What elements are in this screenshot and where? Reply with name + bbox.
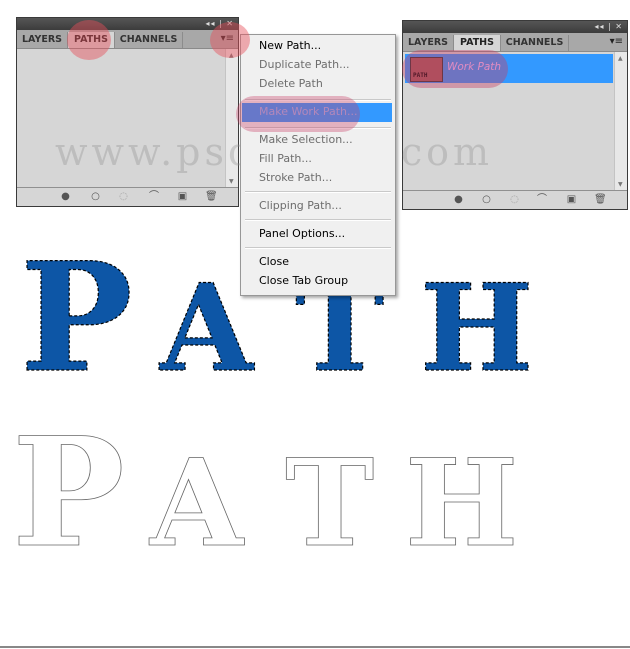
panel-tabs: LAYERS PATHS CHANNELS ▾≡ — [403, 33, 627, 52]
tab-paths[interactable]: PATHS — [68, 32, 115, 48]
make-work-path-icon[interactable]: ⌒ — [533, 194, 551, 205]
delete-path-icon[interactable]: 🗑 — [594, 194, 607, 205]
menu-item-make-selection[interactable]: Make Selection... — [259, 133, 353, 146]
menu-item-close[interactable]: Close — [259, 255, 289, 268]
scrollbar[interactable]: ▲ ▼ — [614, 52, 627, 191]
menu-item-new-path[interactable]: New Path... — [259, 39, 321, 52]
stroke-path-icon[interactable]: ○ — [481, 194, 492, 205]
fill-path-icon[interactable]: ● — [60, 191, 71, 202]
paths-panel-left: ◂◂ | ✕ LAYERS PATHS CHANNELS ▾≡ ▲ ▼ ● ○ … — [16, 17, 239, 207]
load-selection-icon[interactable]: ◌ — [118, 191, 129, 202]
menu-item-fill-path[interactable]: Fill Path... — [259, 152, 312, 165]
scroll-up-icon[interactable]: ▲ — [618, 55, 623, 62]
panel-titlebar[interactable]: ◂◂ | ✕ — [17, 18, 238, 30]
panel-tabs: LAYERS PATHS CHANNELS ▾≡ — [17, 30, 238, 49]
scroll-down-icon[interactable]: ▼ — [229, 178, 234, 185]
selection-letter: H — [420, 258, 533, 399]
panel-footer: ● ○ ◌ ⌒ ▣ 🗑 — [403, 190, 627, 209]
tab-channels[interactable]: CHANNELS — [115, 32, 183, 48]
tab-paths[interactable]: PATHS — [454, 35, 501, 51]
tab-layers[interactable]: LAYERS — [17, 32, 68, 48]
paths-panel-menu: New Path... Duplicate Path... Delete Path M… — [240, 34, 396, 296]
panel-menu-icon[interactable]: ▾≡ — [610, 36, 623, 47]
paths-list: ▲ ▼ — [17, 49, 238, 188]
stroke-path-icon[interactable]: ○ — [90, 191, 101, 202]
menu-item-clipping-path[interactable]: Clipping Path... — [259, 199, 342, 212]
outline-letter: T — [285, 433, 374, 570]
bottom-border — [0, 646, 630, 648]
menu-separator — [245, 191, 391, 193]
panel-footer: ● ○ ◌ ⌒ ▣ 🗑 — [17, 187, 238, 206]
menu-item-duplicate-path[interactable]: Duplicate Path... — [259, 58, 350, 71]
menu-separator — [245, 219, 391, 221]
menu-separator — [245, 127, 391, 129]
scroll-up-icon[interactable]: ▲ — [229, 52, 234, 59]
scroll-down-icon[interactable]: ▼ — [618, 181, 623, 188]
collapse-close-controls[interactable]: ◂◂ | ✕ — [205, 18, 234, 30]
menu-item-panel-options[interactable]: Panel Options... — [259, 227, 345, 240]
panel-menu-icon[interactable]: ▾≡ — [221, 33, 234, 44]
new-path-icon[interactable]: ▣ — [177, 191, 188, 202]
selection-letter: P — [20, 230, 133, 400]
outline-letter: A — [149, 433, 245, 570]
path-row-work-path[interactable]: PATH Work Path — [405, 54, 613, 83]
outline-letter: P — [12, 410, 125, 570]
menu-separator — [245, 247, 391, 249]
menu-item-stroke-path[interactable]: Stroke Path... — [259, 171, 332, 184]
make-work-path-icon[interactable]: ⌒ — [145, 191, 163, 202]
paths-list: PATH Work Path ▲ ▼ — [403, 52, 627, 191]
outline-letters: PATH — [12, 410, 519, 570]
scrollbar[interactable]: ▲ ▼ — [225, 49, 238, 188]
tab-channels[interactable]: CHANNELS — [501, 35, 569, 51]
delete-path-icon[interactable]: 🗑 — [205, 191, 218, 202]
new-path-icon[interactable]: ▣ — [566, 194, 577, 205]
menu-item-delete-path[interactable]: Delete Path — [259, 77, 323, 90]
outline-letter: H — [405, 433, 518, 570]
paths-panel-right: ◂◂ | ✕ LAYERS PATHS CHANNELS ▾≡ PATH Wor… — [402, 20, 628, 210]
menu-item-close-tab-group[interactable]: Close Tab Group — [259, 274, 348, 287]
panel-titlebar[interactable]: ◂◂ | ✕ — [403, 21, 627, 33]
menu-separator — [245, 99, 391, 101]
collapse-close-controls[interactable]: ◂◂ | ✕ — [594, 21, 623, 33]
menu-item-make-work-path[interactable]: Make Work Path... — [259, 105, 357, 118]
path-thumbnail: PATH — [410, 57, 443, 82]
load-selection-icon[interactable]: ◌ — [509, 194, 520, 205]
fill-path-icon[interactable]: ● — [453, 194, 464, 205]
tab-layers[interactable]: LAYERS — [403, 35, 454, 51]
path-name[interactable]: Work Path — [447, 61, 501, 73]
